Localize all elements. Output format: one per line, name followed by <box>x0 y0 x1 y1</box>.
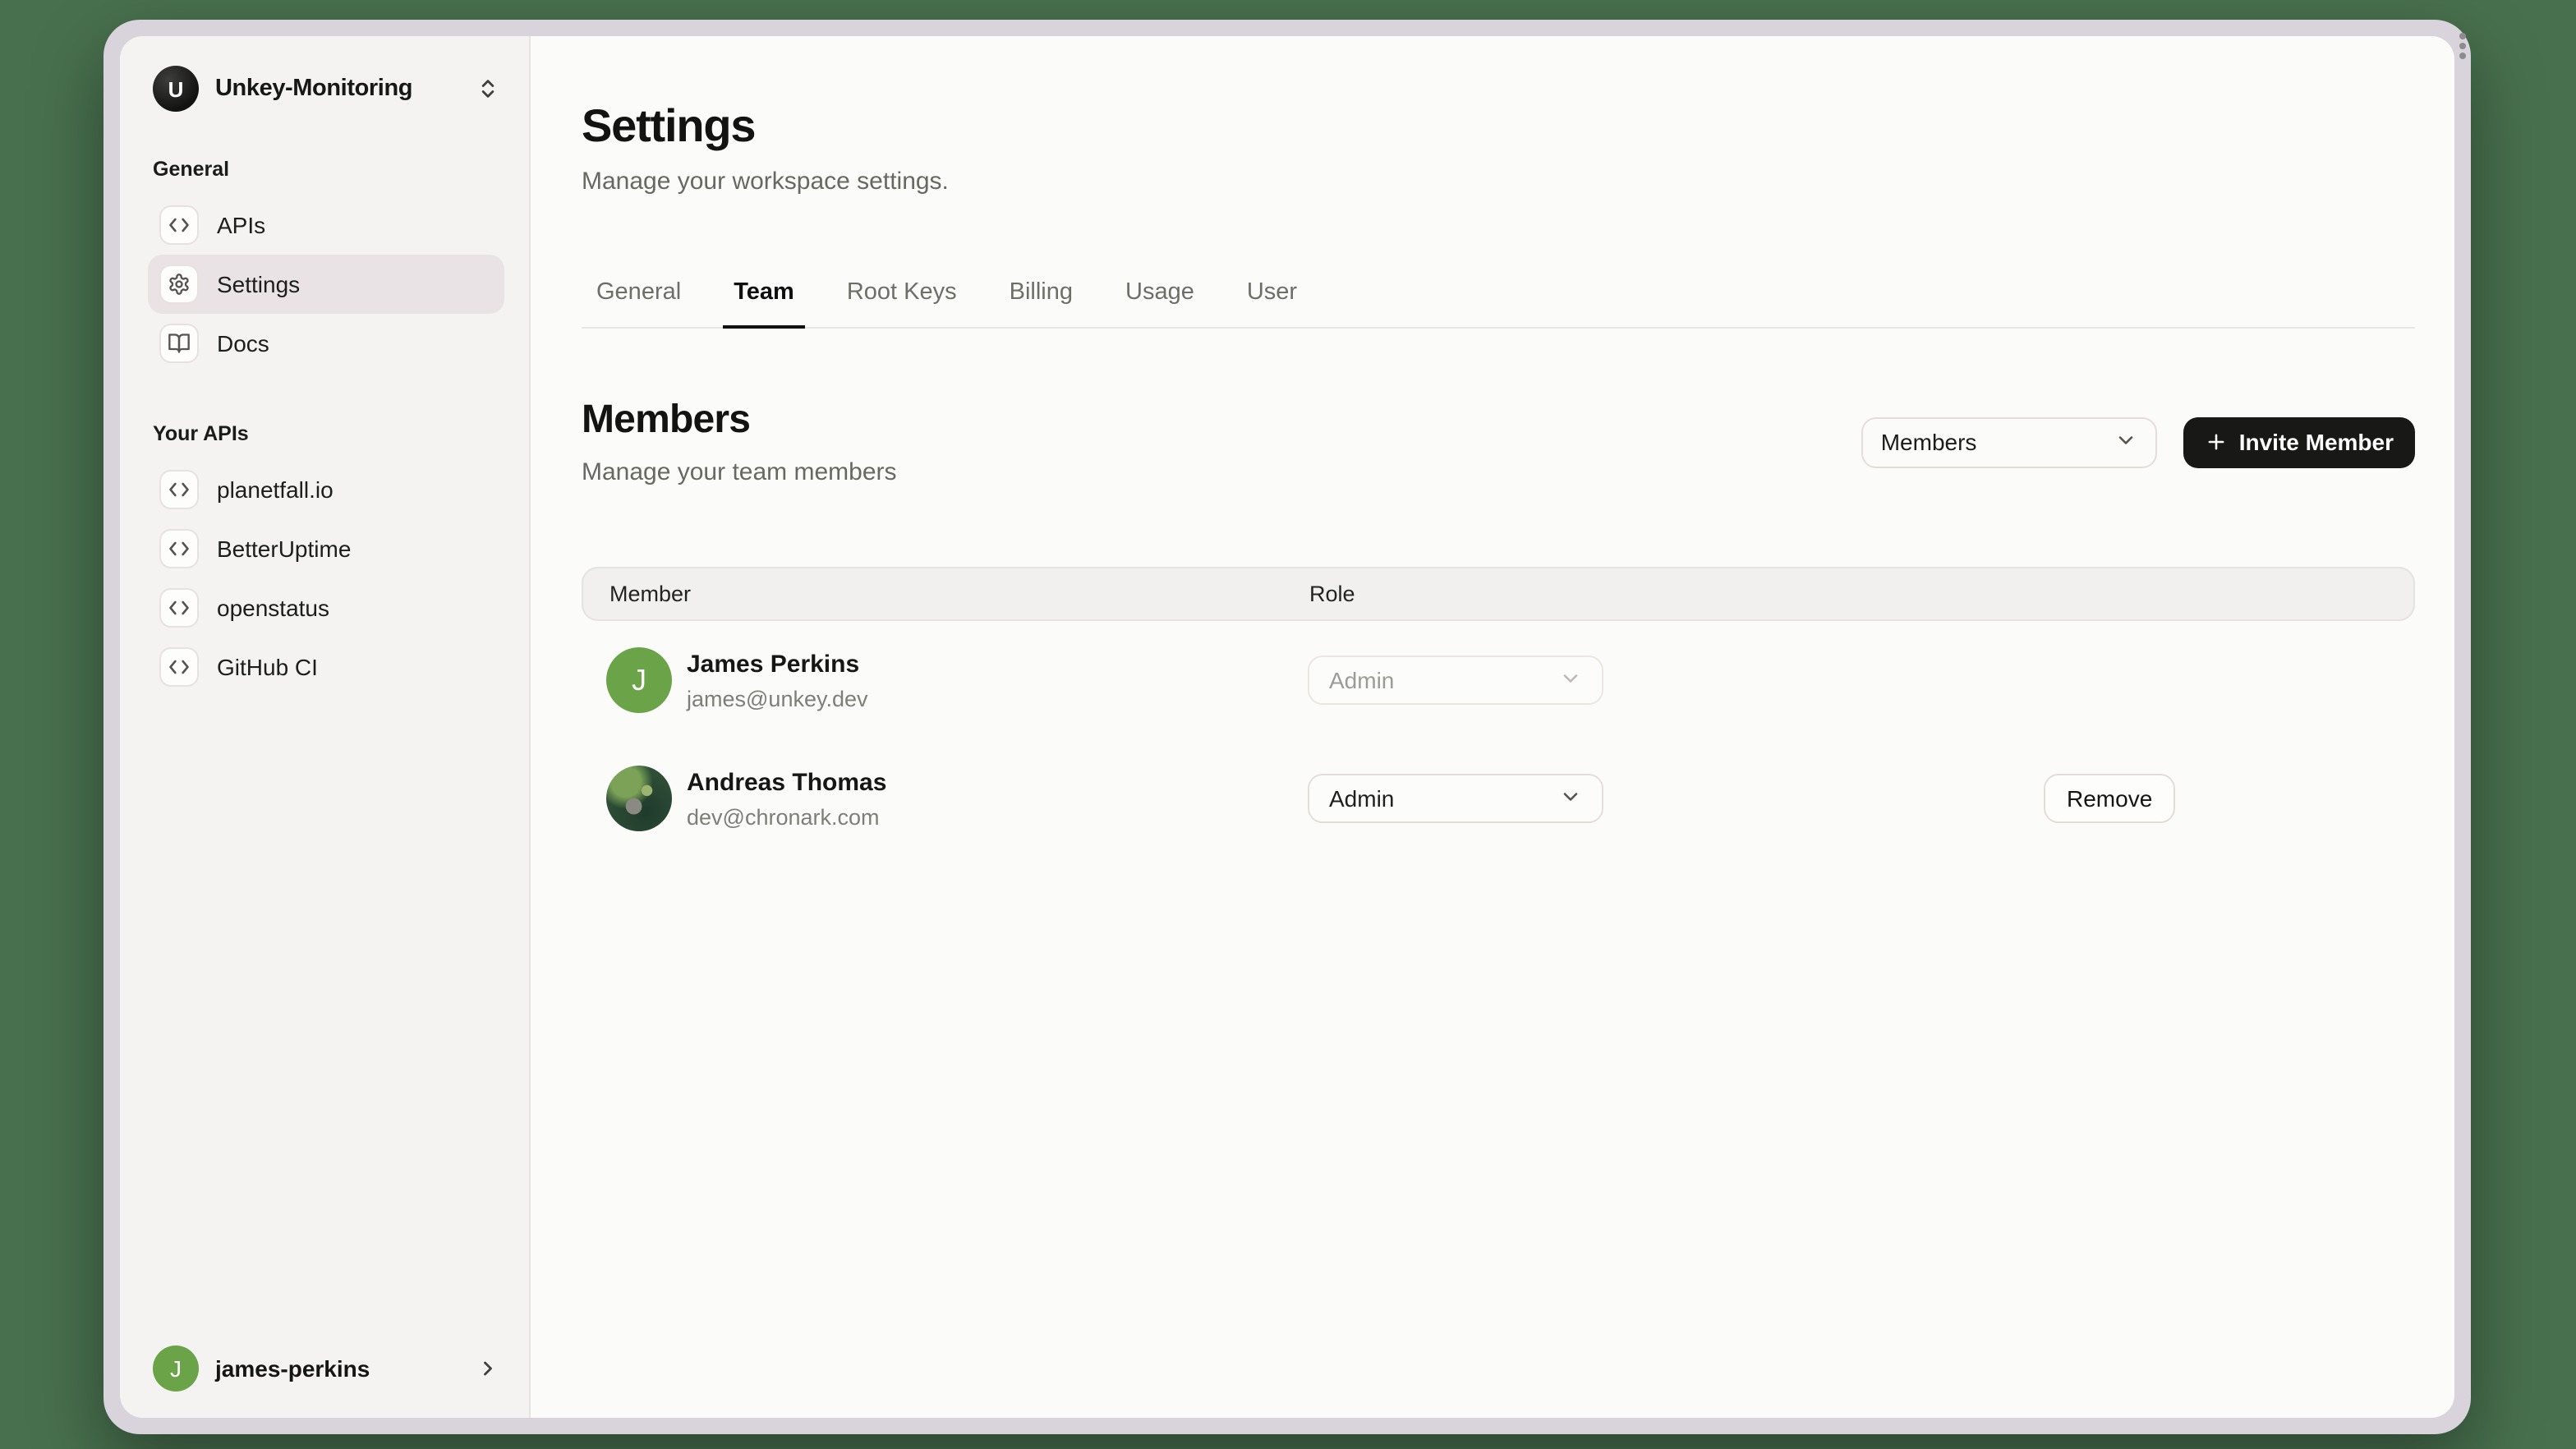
sidebar-item-github-ci[interactable]: GitHub CI <box>148 637 504 697</box>
sidebar-item-label: APIs <box>217 212 266 238</box>
member-avatar-photo <box>606 766 672 831</box>
column-header-role: Role <box>1309 582 1355 606</box>
role-cell: Admin <box>1288 656 2044 705</box>
sidebar-item-docs[interactable]: Docs <box>148 314 504 373</box>
code-icon <box>159 647 199 687</box>
tab-team[interactable]: Team <box>719 278 809 329</box>
member-name: James Perkins <box>687 650 860 678</box>
invite-member-button[interactable]: Invite Member <box>2183 416 2415 467</box>
user-name: james-perkins <box>215 1355 370 1382</box>
sidebar-item-label: planetfall.io <box>217 476 334 503</box>
code-icon <box>159 470 199 509</box>
role-select[interactable]: Admin <box>1308 774 1603 823</box>
members-table-header: Member Role <box>582 567 2415 621</box>
plus-icon <box>2205 430 2228 453</box>
user-menu[interactable]: J james-perkins <box>148 1342 504 1395</box>
member-cell: J James Perkins james@unkey.dev <box>582 647 1288 713</box>
tab-billing[interactable]: Billing <box>995 278 1088 327</box>
role-value: Admin <box>1329 667 1395 693</box>
unkey-dashboard: U Unkey-Monitoring General APIs Settings… <box>120 36 2454 1418</box>
window-drag-handle-dots[interactable] <box>2459 33 2466 59</box>
role-cell: Admin <box>1288 774 2044 823</box>
member-cell: Andreas Thomas dev@chronark.com <box>582 766 1288 831</box>
workspace-name: Unkey-Monitoring <box>215 76 413 102</box>
sidebar-section-your-apis: Your APIs <box>153 422 249 445</box>
canvas-background: U Unkey-Monitoring General APIs Settings… <box>0 0 2576 1449</box>
app-window: U Unkey-Monitoring General APIs Settings… <box>104 20 2471 1434</box>
role-select-disabled: Admin <box>1308 656 1603 705</box>
remove-member-button[interactable]: Remove <box>2044 774 2176 823</box>
workspace-switcher[interactable]: U Unkey-Monitoring <box>148 62 504 115</box>
book-open-icon <box>159 324 199 363</box>
table-row-andreas-thomas: Andreas Thomas dev@chronark.com Admin Re… <box>582 739 2415 858</box>
page-title: Settings <box>582 100 757 151</box>
members-title: Members <box>582 398 751 442</box>
sidebar-item-planetfall[interactable]: planetfall.io <box>148 460 504 519</box>
members-filter-select[interactable]: Members <box>1861 416 2157 467</box>
members-header: Members Manage your team members Members <box>582 396 2415 488</box>
member-email: dev@chronark.com <box>687 804 880 829</box>
chevron-down-icon <box>1559 784 1582 812</box>
user-avatar: J <box>153 1346 199 1392</box>
sidebar-item-label: Settings <box>217 271 301 297</box>
code-icon <box>159 588 199 628</box>
sidebar-item-openstatus[interactable]: openstatus <box>148 578 504 637</box>
sidebar-item-label: Docs <box>217 330 269 356</box>
page-subtitle: Manage your workspace settings. <box>582 168 949 196</box>
member-avatar: J <box>606 647 672 713</box>
main-content: Settings Manage your workspace settings.… <box>531 36 2454 1418</box>
tab-root-keys[interactable]: Root Keys <box>832 278 972 327</box>
chevrons-up-down-icon <box>476 77 499 100</box>
members-subtitle: Manage your team members <box>582 458 897 486</box>
sidebar: U Unkey-Monitoring General APIs Settings… <box>120 36 531 1418</box>
sidebar-item-label: BetterUptime <box>217 536 352 562</box>
code-icon <box>159 205 199 245</box>
settings-tabs: General Team Root Keys Billing Usage Use… <box>582 278 2415 329</box>
sidebar-item-betteruptime[interactable]: BetterUptime <box>148 519 504 578</box>
gear-icon <box>159 264 199 304</box>
tab-general[interactable]: General <box>582 278 696 327</box>
members-filter-value: Members <box>1880 429 1977 455</box>
sidebar-item-label: GitHub CI <box>217 654 318 680</box>
invite-member-label: Invite Member <box>2238 429 2394 455</box>
chevron-right-icon <box>476 1357 499 1380</box>
sidebar-section-general: General <box>153 158 230 181</box>
sidebar-item-label: openstatus <box>217 595 329 621</box>
table-row-james-perkins: J James Perkins james@unkey.dev Admin <box>582 621 2415 739</box>
code-icon <box>159 529 199 568</box>
member-email: james@unkey.dev <box>687 686 868 711</box>
column-header-member: Member <box>610 582 692 606</box>
role-value: Admin <box>1329 785 1395 812</box>
chevron-down-icon <box>2114 428 2137 456</box>
members-table: Member Role J James Perkins james@unkey.… <box>582 567 2415 858</box>
workspace-logo: U <box>153 66 199 112</box>
tab-usage[interactable]: Usage <box>1111 278 1209 327</box>
tab-user[interactable]: User <box>1232 278 1312 327</box>
sidebar-item-settings[interactable]: Settings <box>148 255 504 314</box>
chevron-down-icon <box>1559 666 1582 694</box>
member-name: Andreas Thomas <box>687 768 887 796</box>
sidebar-item-apis[interactable]: APIs <box>148 196 504 255</box>
